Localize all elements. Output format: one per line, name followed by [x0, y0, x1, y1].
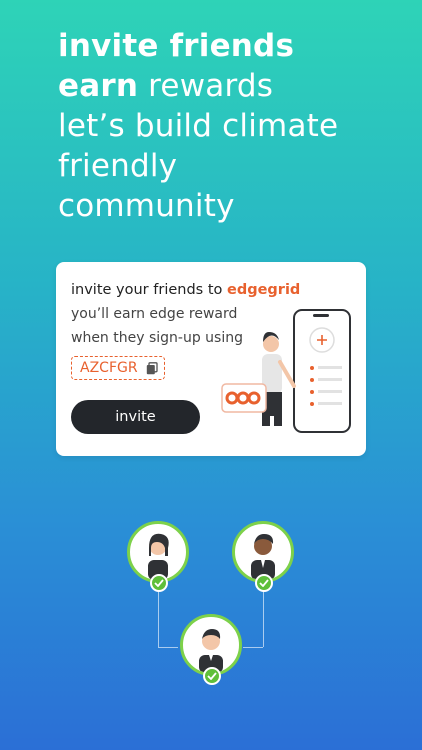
headline-line-4: friendly — [58, 148, 178, 184]
headline-line-5: community — [58, 188, 235, 224]
headline: invite friends earn rewards let’s build … — [58, 26, 408, 226]
brand-name: edgegrid — [227, 282, 301, 298]
invite-button[interactable]: invite — [71, 400, 200, 434]
headline-line-1: invite friends — [58, 28, 295, 64]
headline-line-2: earn rewards — [58, 68, 274, 104]
check-icon — [150, 574, 168, 592]
headline-line-3: let’s build climate — [58, 108, 339, 144]
copy-icon[interactable] — [146, 362, 158, 375]
invite-card-title: invite your friends to edgegrid — [71, 282, 301, 298]
connector-left-h — [158, 647, 178, 648]
illustration-person-phone — [221, 309, 351, 433]
invite-card: invite your friends to edgegrid you’ll e… — [56, 262, 366, 456]
connector-right — [263, 585, 264, 647]
connector-left — [158, 585, 159, 647]
referral-code: AZCFGR — [80, 360, 138, 376]
connector-right-h — [243, 647, 263, 648]
referral-code-box[interactable]: AZCFGR — [71, 356, 165, 380]
check-icon — [203, 667, 221, 685]
check-icon — [255, 574, 273, 592]
